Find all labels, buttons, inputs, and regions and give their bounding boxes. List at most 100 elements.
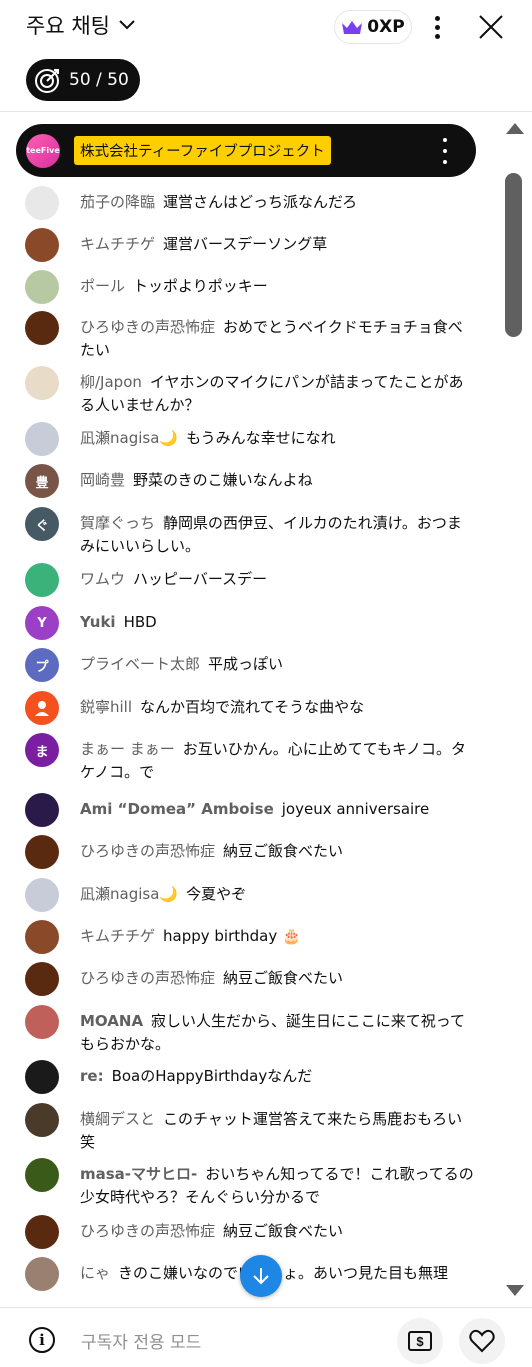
- chat-message[interactable]: 横綱デスと このチャット運営答えて来たら馬鹿おもろい笑: [25, 1103, 475, 1154]
- avatar: [25, 1158, 59, 1192]
- scroll-up-arrow-icon[interactable]: [506, 123, 524, 134]
- message-text: 運営バースデーソング草: [163, 235, 328, 253]
- avatar: プ: [25, 648, 59, 682]
- chat-message[interactable]: 鋭寧hill なんか百均で流れてそうな曲やな: [25, 691, 475, 725]
- chat-mode-dropdown[interactable]: 주요 채팅: [26, 10, 136, 40]
- message-author: Ami “Domea” Amboise: [80, 800, 274, 818]
- message-text: 今夏やぞ: [186, 885, 247, 903]
- message-text: 運営さんはどっち派なんだろ: [163, 193, 358, 211]
- chat-message[interactable]: キムチチゲ happy birthday 🎂: [25, 920, 475, 954]
- chat-message[interactable]: キムチチゲ 運営バースデーソング草: [25, 228, 475, 262]
- heart-icon: [469, 1329, 495, 1353]
- goal-progress-pill[interactable]: 50 / 50: [26, 59, 140, 101]
- scrollbar-thumb[interactable]: [505, 173, 522, 337]
- avatar: [25, 311, 59, 345]
- message-author: 賀摩ぐっち: [80, 514, 156, 532]
- avatar: [25, 1215, 59, 1249]
- avatar: [25, 1103, 59, 1137]
- message-author: Yuki: [80, 613, 116, 631]
- message-text: 納豆ご飯食べたい: [223, 842, 344, 860]
- avatar: [25, 691, 59, 725]
- goal-count: 50 / 50: [69, 70, 129, 90]
- close-icon[interactable]: [476, 12, 506, 42]
- xp-badge[interactable]: 0XP: [334, 10, 412, 44]
- chat-title: 주요 채팅: [26, 14, 110, 38]
- chat-message[interactable]: Y Yuki HBD: [25, 606, 475, 640]
- chat-message[interactable]: ま まぁー まぁー お互いひかん。心に止めててもキノコ。タケノコ。で: [25, 733, 475, 784]
- chat-message[interactable]: ポール トッポよりポッキー: [25, 270, 475, 304]
- super-chat-button[interactable]: $: [397, 1318, 443, 1364]
- message-author: キムチチゲ: [80, 235, 156, 253]
- chat-feed[interactable]: teeFive 株式会社ティーファイブプロジェクト 茄子の降臨 運営さんはどっち派…: [0, 113, 500, 1306]
- chat-message[interactable]: ワムウ ハッピーバースデー: [25, 563, 475, 597]
- target-icon: [35, 69, 59, 93]
- avatar: ぐ: [25, 507, 59, 541]
- message-text: 納豆ご飯食べたい: [223, 1222, 344, 1240]
- xp-value: 0XP: [367, 17, 405, 37]
- chat-message[interactable]: 豊 岡崎豊 野菜のきのこ嫌いなんよね: [25, 464, 475, 498]
- chat-message[interactable]: 凪瀬nagisa🌙 今夏やぞ: [25, 878, 475, 912]
- pinned-more-button[interactable]: [440, 138, 450, 164]
- info-icon[interactable]: i: [29, 1327, 55, 1353]
- message-author: re:: [80, 1067, 104, 1085]
- message-author: 凪瀬nagisa🌙: [80, 885, 179, 903]
- avatar: 豊: [25, 464, 59, 498]
- person-icon: [35, 701, 49, 716]
- message-text: なんか百均で流れてそうな曲やな: [140, 698, 365, 716]
- chevron-down-icon: [119, 20, 135, 30]
- message-text: happy birthday 🎂: [163, 927, 301, 945]
- chat-message[interactable]: ひろゆきの声恐怖症 納豆ご飯食べたい: [25, 1215, 475, 1249]
- message-author: ひろゆきの声恐怖症: [80, 318, 216, 336]
- message-author: ひろゆきの声恐怖症: [80, 842, 216, 860]
- chat-message[interactable]: Ami “Domea” Amboise joyeux anniversaire: [25, 793, 475, 827]
- message-text: きのこ嫌いなのでいっしょ。あいつ見た目も無理: [118, 1264, 449, 1282]
- chat-message[interactable]: 柳/Japon イヤホンのマイクにパンが詰まってたことがある人いませんか？: [25, 366, 475, 417]
- message-text: もうみんな幸せになれ: [186, 429, 336, 447]
- subscriber-only-mode-label: 구독자 전용 모드: [81, 1333, 202, 1353]
- avatar: [25, 793, 59, 827]
- super-chat-icon: $: [408, 1331, 432, 1351]
- message-text: トッポよりポッキー: [133, 277, 268, 295]
- chat-message[interactable]: re: BoaのHappyBirthdayなんだ: [25, 1060, 475, 1094]
- message-author: にゃ: [80, 1264, 111, 1282]
- chat-message[interactable]: プ プライベート太郎 平成っぽい: [25, 648, 475, 682]
- avatar: [25, 835, 59, 869]
- message-author: まぁー まぁー: [80, 740, 175, 758]
- message-text: ハッピーバースデー: [133, 570, 268, 588]
- avatar: [25, 920, 59, 954]
- message-author: 茄子の降臨: [80, 193, 156, 211]
- pinned-author: 株式会社ティーファイブプロジェクト: [74, 136, 331, 165]
- like-button[interactable]: [459, 1318, 505, 1364]
- message-text: BoaのHappyBirthdayなんだ: [111, 1067, 313, 1085]
- message-author: ワムウ: [80, 570, 126, 588]
- chat-header: 주요 채팅 0XP 50 / 50: [0, 0, 532, 112]
- chat-message[interactable]: ぐ 賀摩ぐっち 静岡県の西伊豆、イルカのたれ漬け。おつまみにいいらしい。: [25, 507, 475, 558]
- avatar: [25, 228, 59, 262]
- more-options-button[interactable]: [428, 12, 446, 42]
- svg-text:$: $: [416, 1334, 424, 1349]
- chat-message[interactable]: masa-マサヒロ- おいちゃん知ってるで！これ歌ってるの少女時代やろ？そんぐらい…: [25, 1158, 475, 1209]
- chat-message[interactable]: 茄子の降臨 運営さんはどっち派なんだろ: [25, 186, 475, 220]
- message-author: ひろゆきの声恐怖症: [80, 1222, 216, 1240]
- avatar: [25, 1005, 59, 1039]
- chat-message[interactable]: 凪瀬nagisa🌙 もうみんな幸せになれ: [25, 422, 475, 456]
- avatar: [25, 366, 59, 400]
- chat-message[interactable]: MOANA 寂しい人生だから、誕生日にここに来て祝ってもらおかな。: [25, 1005, 475, 1056]
- chat-message[interactable]: ひろゆきの声恐怖症 納豆ご飯食べたい: [25, 835, 475, 869]
- message-text: joyeux anniversaire: [281, 800, 430, 818]
- pinned-banner[interactable]: teeFive 株式会社ティーファイブプロジェクト: [16, 124, 476, 177]
- avatar: [25, 563, 59, 597]
- message-author: ひろゆきの声恐怖症: [80, 969, 216, 987]
- avatar: [25, 1257, 59, 1291]
- avatar: [25, 1060, 59, 1094]
- scroll-down-arrow-icon[interactable]: [506, 1285, 524, 1296]
- pinned-avatar: teeFive: [26, 133, 60, 168]
- chat-message[interactable]: ひろゆきの声恐怖症 納豆ご飯食べたい: [25, 962, 475, 996]
- message-author: 凪瀬nagisa🌙: [80, 429, 179, 447]
- chat-scrollbar[interactable]: [500, 113, 532, 1306]
- chat-message[interactable]: ひろゆきの声恐怖症 おめでとうベイクドモチョチョ食べたい: [25, 311, 475, 362]
- crown-icon: [342, 21, 363, 34]
- scroll-to-bottom-button[interactable]: [240, 1255, 282, 1297]
- message-author: 柳/Japon: [80, 373, 142, 391]
- message-author: masa-マサヒロ-: [80, 1165, 198, 1183]
